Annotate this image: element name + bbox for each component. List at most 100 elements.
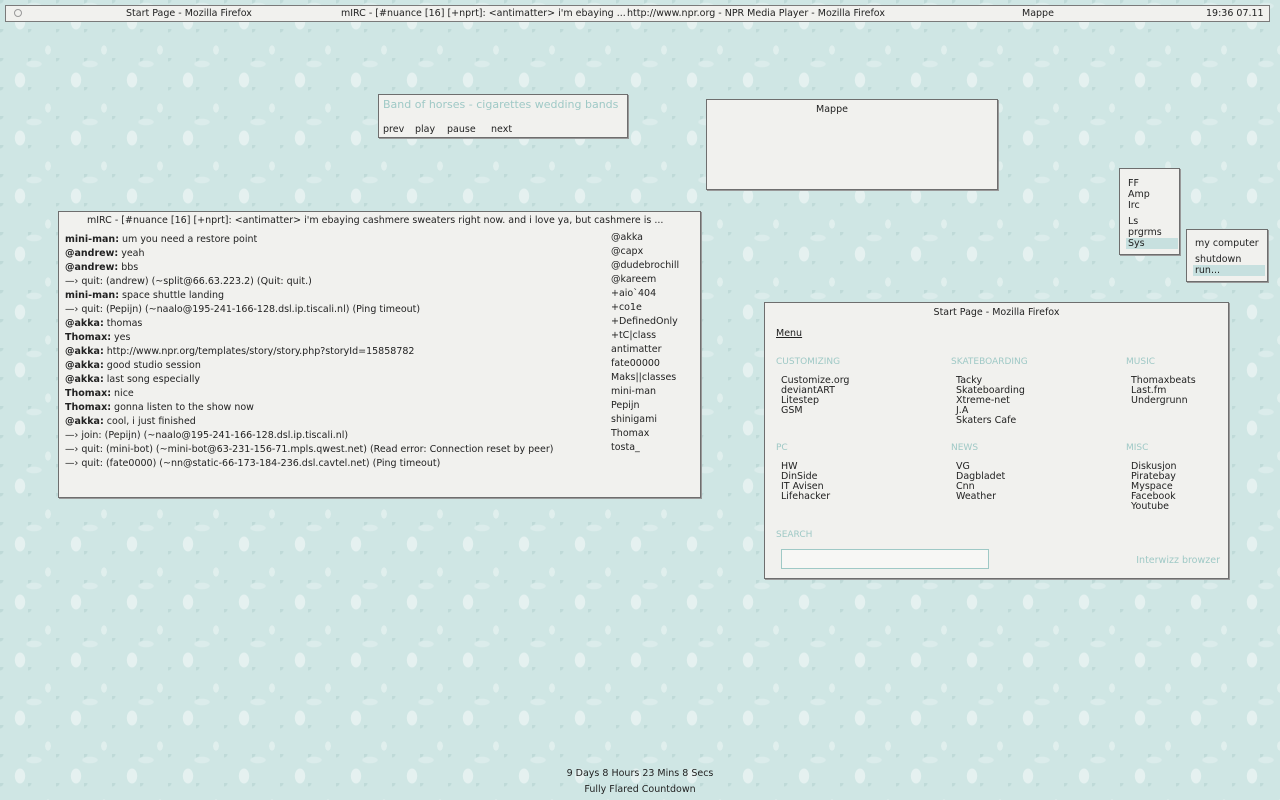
play-button[interactable]: play <box>415 124 435 135</box>
chat-line: —› quit: (Pepijn) (~naalo@195-241-166-12… <box>65 304 420 315</box>
chat-text: bbs <box>118 262 139 273</box>
chat-text: —› join: (Pepijn) (~naalo@195-241-166-12… <box>65 430 349 441</box>
nick-list-item[interactable]: +co1e <box>611 302 642 313</box>
section-heading: MISC <box>1126 443 1149 453</box>
launcher-menu: FF Amp Irc Ls prgrms Sys <box>1119 168 1180 255</box>
prev-button[interactable]: prev <box>383 124 404 135</box>
nick-list-item[interactable]: @kareem <box>611 274 656 285</box>
chat-nick: Thomax: <box>65 402 112 413</box>
chat-nick: Thomax: <box>65 332 112 343</box>
chat-text: gonna listen to the show now <box>111 402 254 413</box>
chat-nick: mini-man: <box>65 290 119 301</box>
nick-list-item[interactable]: +tC|class <box>611 330 656 341</box>
start-page-link[interactable]: Skaters Cafe <box>956 415 1016 426</box>
chat-text: good studio session <box>103 360 201 371</box>
chat-line: —› quit: (andrew) (~split@66.63.223.2) (… <box>65 276 312 287</box>
chat-text: nice <box>111 388 134 399</box>
chat-text: last song especially <box>103 374 201 385</box>
clock: 19:36 07.11 <box>1206 8 1264 19</box>
brand-label: Interwizz browzer <box>1136 555 1220 566</box>
menu-item-my-computer[interactable]: my computer <box>1195 238 1259 249</box>
task-mirc[interactable]: mIRC - [#nuance [16] [+nprt]: <antimatte… <box>341 8 626 19</box>
countdown-label: Fully Flared Countdown <box>584 784 696 795</box>
nick-list-item[interactable]: Pepijn <box>611 400 640 411</box>
chat-line: @akka: good studio session <box>65 360 201 371</box>
nick-list-item[interactable]: Thomax <box>611 428 649 439</box>
task-mappe[interactable]: Mappe <box>1022 8 1054 19</box>
task-start-page[interactable]: Start Page - Mozilla Firefox <box>126 8 252 19</box>
chat-line: @andrew: bbs <box>65 262 138 273</box>
chat-nick: @akka: <box>65 374 104 385</box>
launcher-item-ls[interactable]: Ls <box>1128 216 1138 227</box>
chat-nick: @akka: <box>65 416 104 427</box>
nick-list-item[interactable]: +aio`404 <box>611 288 656 299</box>
task-npr-player[interactable]: http://www.npr.org - NPR Media Player - … <box>627 8 885 19</box>
chat-line: mini-man: space shuttle landing <box>65 290 224 301</box>
chat-line: @akka: last song especially <box>65 374 200 385</box>
chat-text: —› quit: (mini-bot) (~mini-bot@63-231-15… <box>65 444 554 455</box>
search-heading: SEARCH <box>776 530 813 540</box>
chat-text: yeah <box>118 248 145 259</box>
nick-list-item[interactable]: shinigami <box>611 414 657 425</box>
pause-button[interactable]: pause <box>447 124 476 135</box>
nick-list-item[interactable]: @capx <box>611 246 643 257</box>
taskbar: Start Page - Mozilla Firefox mIRC - [#nu… <box>5 5 1270 22</box>
chat-nick: mini-man: <box>65 234 119 245</box>
next-button[interactable]: next <box>491 124 512 135</box>
nick-list-item[interactable]: mini-man <box>611 386 656 397</box>
chat-line: —› join: (Pepijn) (~naalo@195-241-166-12… <box>65 430 348 441</box>
launcher-item-sys[interactable]: Sys <box>1126 238 1178 249</box>
chat-line: Thomax: yes <box>65 332 130 343</box>
start-page-link[interactable]: Lifehacker <box>781 491 830 502</box>
launcher-item-irc[interactable]: Irc <box>1128 200 1140 211</box>
launcher-item-amp[interactable]: Amp <box>1128 189 1150 200</box>
window-title: Mappe <box>816 104 848 115</box>
menu-item-shutdown[interactable]: shutdown <box>1195 254 1241 265</box>
chat-line: Thomax: gonna listen to the show now <box>65 402 254 413</box>
launcher-item-prgrms[interactable]: prgrms <box>1128 227 1162 238</box>
chat-nick: @akka: <box>65 318 104 329</box>
nick-list-item[interactable]: +DefinedOnly <box>611 316 678 327</box>
section-heading: PC <box>776 443 788 453</box>
section-heading: SKATEBOARDING <box>951 357 1028 367</box>
section-heading: MUSIC <box>1126 357 1156 367</box>
chat-nick: @akka: <box>65 346 104 357</box>
chat-nick: @andrew: <box>65 248 119 259</box>
system-menu: my computer shutdown run... <box>1186 229 1268 282</box>
chat-line: —› quit: (mini-bot) (~mini-bot@63-231-15… <box>65 444 553 455</box>
chat-nick: @andrew: <box>65 262 119 273</box>
countdown-time: 9 Days 8 Hours 23 Mins 8 Secs <box>566 768 714 779</box>
chat-line: @akka: http://www.npr.org/templates/stor… <box>65 346 414 357</box>
nick-list-item[interactable]: Maks||classes <box>611 372 676 383</box>
menu-link[interactable]: Menu <box>776 328 802 339</box>
start-page-window: Start Page - Mozilla Firefox Menu CUSTOM… <box>764 302 1229 579</box>
chat-line: @akka: cool, i just finished <box>65 416 196 427</box>
chat-line: @andrew: yeah <box>65 248 145 259</box>
menu-label: Menu <box>776 328 803 339</box>
nick-list-item[interactable]: antimatter <box>611 344 661 355</box>
chat-nick: @akka: <box>65 360 104 371</box>
nick-list-item[interactable]: @akka <box>611 232 643 243</box>
nick-list-item[interactable]: tosta_ <box>611 442 640 453</box>
start-page-link[interactable]: GSM <box>781 405 803 416</box>
start-page-link[interactable]: Youtube <box>1131 501 1169 512</box>
circle-icon[interactable] <box>14 9 22 17</box>
chat-line: @akka: thomas <box>65 318 142 329</box>
chat-text: yes <box>111 332 131 343</box>
music-player: Band of horses - cigarettes wedding band… <box>378 94 628 138</box>
search-input[interactable] <box>781 549 989 569</box>
chat-line: Thomax: nice <box>65 388 134 399</box>
start-page-link[interactable]: Undergrunn <box>1131 395 1188 406</box>
chat-line: —› quit: (fate0000) (~nn@static-66-173-1… <box>65 458 440 469</box>
menu-item-run[interactable]: run... <box>1193 265 1265 276</box>
chat-text: thomas <box>103 318 143 329</box>
chat-text: um you need a restore point <box>119 234 258 245</box>
launcher-item-ff[interactable]: FF <box>1128 178 1139 189</box>
chat-text: cool, i just finished <box>103 416 196 427</box>
chat-text: —› quit: (andrew) (~split@66.63.223.2) (… <box>65 276 312 287</box>
start-page-link[interactable]: Weather <box>956 491 996 502</box>
nick-list-item[interactable]: @dudebrochill <box>611 260 679 271</box>
nick-list-item[interactable]: fate00000 <box>611 358 660 369</box>
window-title: Start Page - Mozilla Firefox <box>933 307 1060 318</box>
chat-line: mini-man: um you need a restore point <box>65 234 257 245</box>
